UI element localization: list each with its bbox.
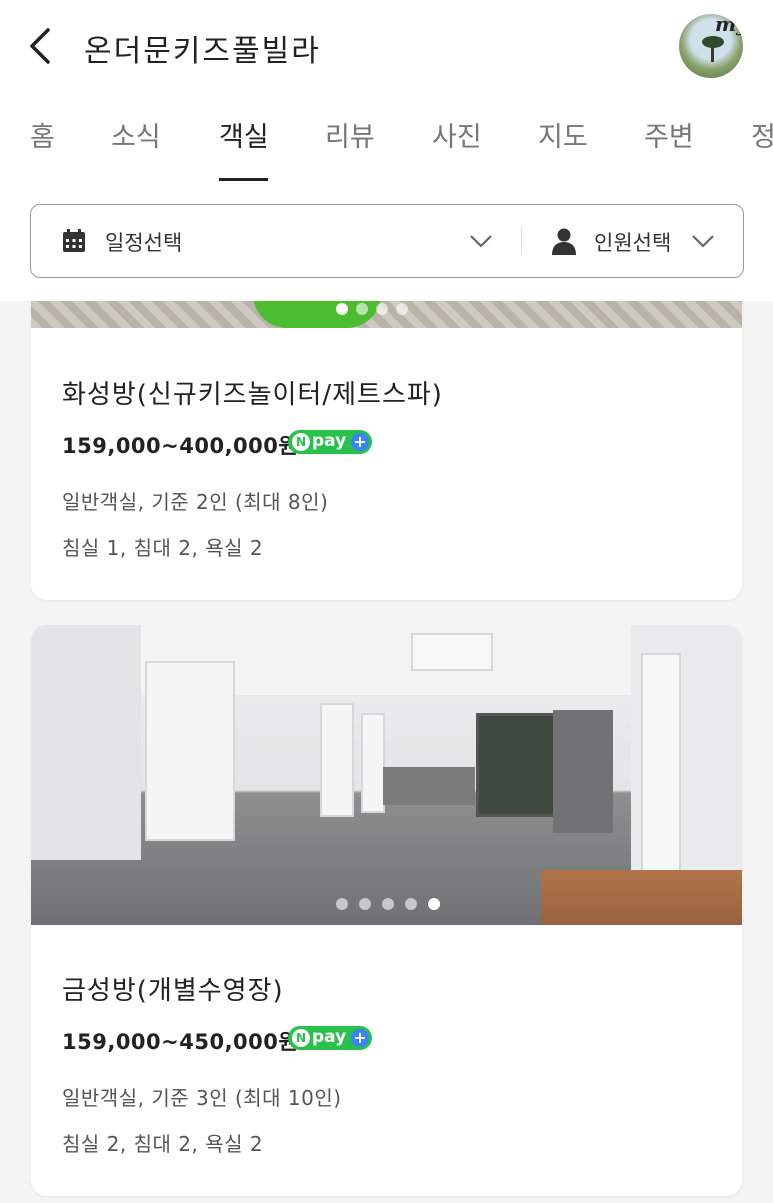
date-select[interactable]: 일정선택: [105, 227, 182, 257]
npay-n-icon: N: [292, 1029, 310, 1047]
pagination-dot: [428, 898, 440, 910]
tab-reviews[interactable]: 리뷰: [325, 115, 375, 154]
room-price: 159,000~400,000원: [62, 434, 299, 458]
npay-plus-icon: +: [351, 1029, 369, 1047]
photo-detail: [145, 661, 235, 841]
person-icon: [552, 228, 576, 255]
chevron-down-icon[interactable]: [469, 233, 493, 249]
room-capacity: 일반객실, 기준 2인 (최대 8인): [62, 490, 329, 514]
avatar-text: my: [715, 14, 743, 36]
tree-icon: [702, 36, 724, 62]
room-beds: 침실 2, 침대 2, 욕실 2: [62, 1132, 264, 1156]
tab-map[interactable]: 지도: [538, 115, 588, 154]
tab-photos[interactable]: 사진: [432, 115, 482, 154]
room-name: 화성방(신규키즈놀이터/제트스파): [62, 380, 443, 410]
pagination-dot: [356, 303, 368, 315]
room-card[interactable]: 화성방(신규키즈놀이터/제트스파) 159,000~400,000원 N pay…: [31, 270, 742, 600]
photo-detail: [31, 625, 141, 860]
tab-info[interactable]: 정: [751, 115, 773, 154]
pagination-dot: [396, 303, 408, 315]
tab-home[interactable]: 홈: [30, 115, 55, 154]
room-photo[interactable]: [31, 625, 742, 925]
photo-detail: [320, 703, 354, 817]
room-beds: 침실 1, 침대 2, 욕실 2: [62, 536, 264, 560]
room-name: 금성방(개별수영장): [62, 976, 284, 1006]
photo-detail: [541, 870, 742, 925]
photo-detail: [383, 767, 475, 805]
filter-box: 일정선택 인원선택: [30, 204, 744, 278]
tab-nearby[interactable]: 주변: [644, 115, 694, 154]
npay-badge: N pay +: [288, 430, 372, 454]
photo-detail: [476, 713, 557, 817]
room-capacity: 일반객실, 기준 3인 (최대 10인): [62, 1086, 342, 1110]
pagination-dot: [336, 898, 348, 910]
room-card[interactable]: 금성방(개별수영장) 159,000~450,000원 N pay + 일반객실…: [31, 625, 742, 1196]
npay-plus-icon: +: [351, 433, 369, 451]
page-title: 온더문키즈풀빌라: [84, 34, 321, 69]
avatar[interactable]: my: [679, 14, 743, 78]
tab-news[interactable]: 소식: [111, 115, 161, 154]
tab-bar: 홈 소식 객실 리뷰 사진 지도 주변 정: [0, 95, 773, 182]
photo-detail: [411, 633, 493, 671]
guest-select[interactable]: 인원선택: [594, 227, 671, 257]
chevron-down-icon[interactable]: [691, 233, 715, 249]
photo-pagination: [336, 303, 408, 315]
photo-detail: [641, 653, 681, 877]
pagination-dot: [405, 898, 417, 910]
back-arrow-icon[interactable]: [24, 24, 60, 68]
app-header: 온더문키즈풀빌라 my: [0, 0, 773, 95]
npay-n-icon: N: [292, 433, 310, 451]
npay-label: pay: [312, 1027, 347, 1047]
tab-rooms[interactable]: 객실: [219, 115, 269, 154]
room-price: 159,000~450,000원: [62, 1030, 299, 1054]
filter-divider: [521, 227, 522, 255]
calendar-icon: [63, 229, 85, 252]
pagination-dot: [336, 303, 348, 315]
pagination-dot: [376, 303, 388, 315]
photo-detail: [553, 710, 613, 833]
filter-bar: 일정선택 인원선택: [0, 181, 773, 301]
photo-pagination: [336, 898, 442, 910]
npay-badge: N pay +: [288, 1026, 372, 1050]
pagination-dot: [359, 898, 371, 910]
npay-label: pay: [312, 431, 347, 451]
pagination-dot: [382, 898, 394, 910]
photo-detail: [361, 713, 385, 813]
